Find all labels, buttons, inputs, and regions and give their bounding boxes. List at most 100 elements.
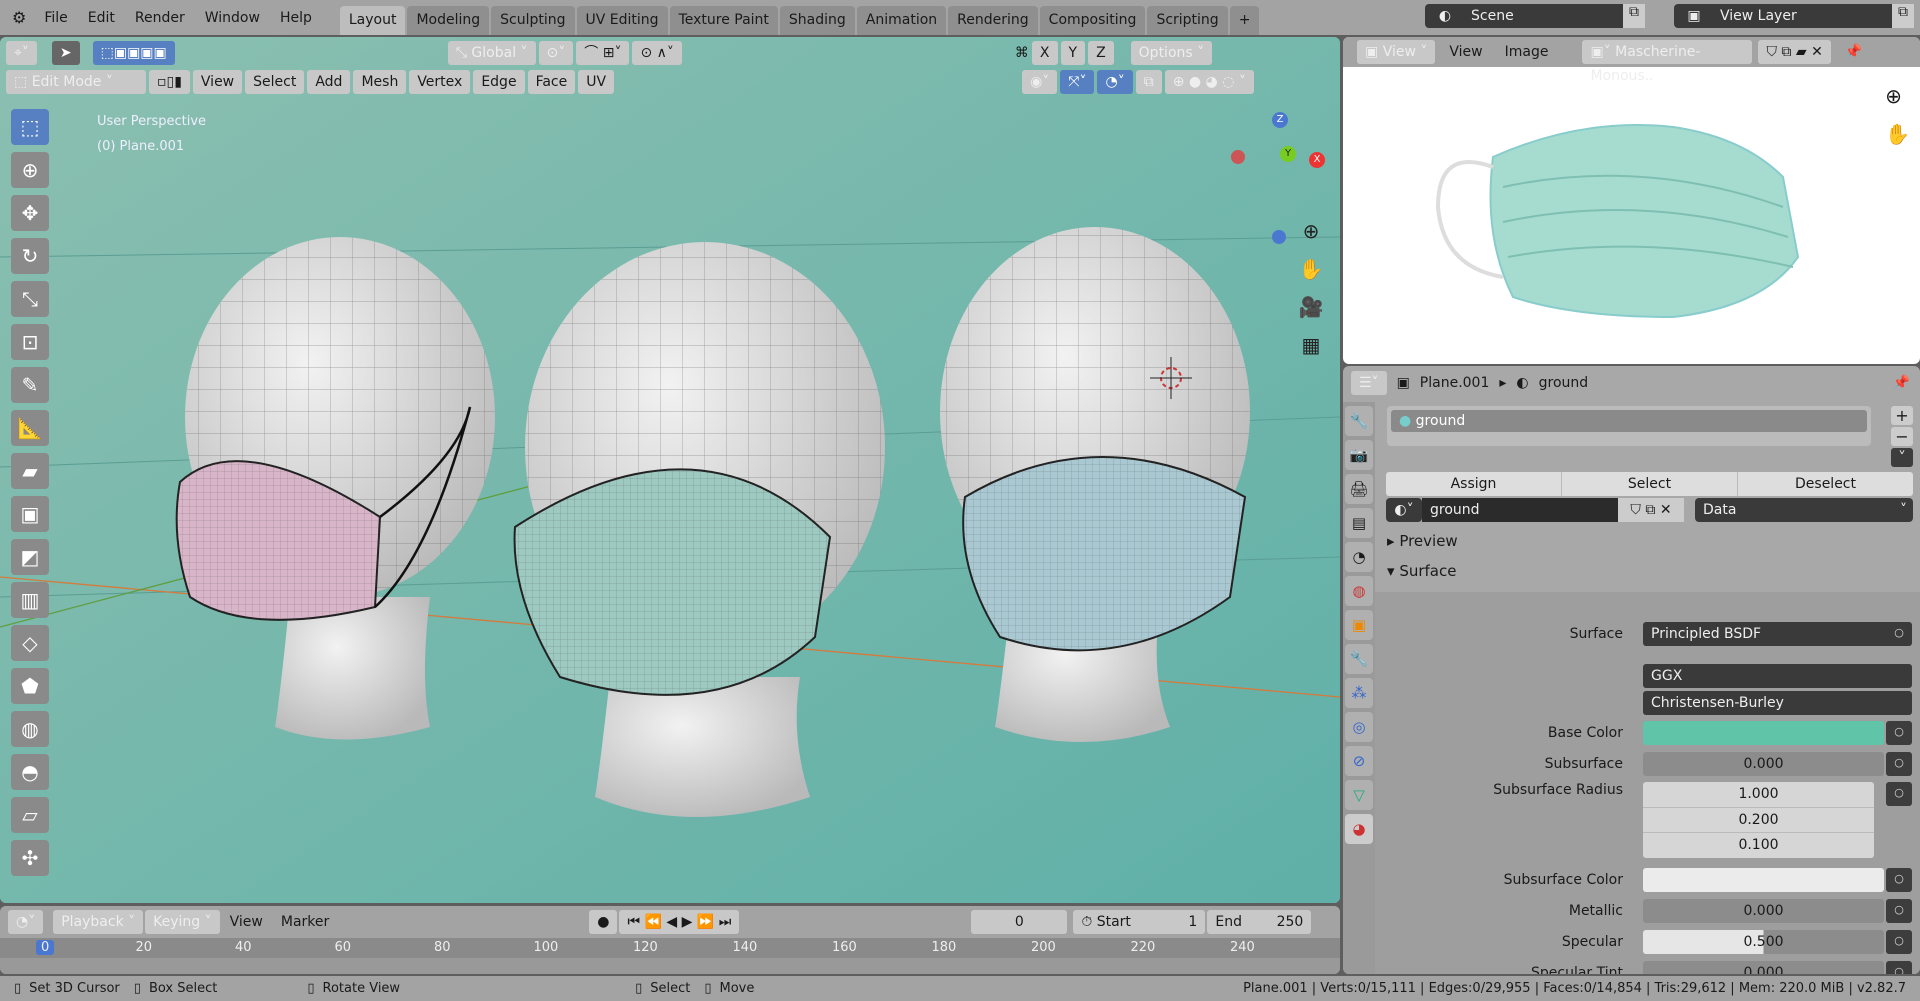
copy-scene-icon[interactable]: ⧉: [1623, 4, 1645, 28]
remove-slot-button[interactable]: −: [1891, 427, 1913, 446]
poly-build-tool[interactable]: ⬟: [11, 668, 49, 704]
pin-icon[interactable]: 📌: [1845, 44, 1862, 60]
viewport-menu-edge[interactable]: Edge: [473, 70, 525, 94]
selection-mode-buttons[interactable]: ⬚▣▣▣▣: [92, 41, 175, 65]
scale-tool[interactable]: ⤡: [11, 281, 49, 317]
edge-slide-tool[interactable]: ▱: [11, 797, 49, 833]
viewport-scene[interactable]: [0, 37, 1340, 903]
image-editor-mode[interactable]: ▣ View ˅: [1357, 40, 1436, 64]
output-tab-icon[interactable]: 🖨: [1345, 474, 1373, 504]
transform-tool[interactable]: ⊡: [11, 324, 49, 360]
transform-orientation-dropdown[interactable]: ⤡ Global ˅: [447, 41, 536, 65]
menu-help[interactable]: Help: [270, 10, 322, 26]
proportional-edit-toggle[interactable]: ⊙ ∧˅: [632, 41, 682, 65]
tab-scripting[interactable]: Scripting: [1147, 6, 1228, 35]
cursor-tool[interactable]: ⊕: [11, 152, 49, 188]
tab-sculpting[interactable]: Sculpting: [491, 6, 575, 35]
mirror-y[interactable]: Y: [1060, 41, 1086, 65]
camera-view-icon[interactable]: 🎥: [1293, 288, 1329, 326]
pan-hand-icon[interactable]: ✋: [1293, 250, 1329, 288]
view-layer-selector[interactable]: ▣ View Layer ⧉: [1674, 4, 1914, 28]
viewport-menu-mesh[interactable]: Mesh: [353, 70, 407, 94]
subsurface-color-swatch[interactable]: [1643, 868, 1884, 892]
viewport-menu-uv[interactable]: UV: [578, 70, 615, 94]
view-layer-tab-icon[interactable]: ▤: [1345, 508, 1373, 538]
tab-modeling[interactable]: Modeling: [407, 6, 490, 35]
scene-tab-icon[interactable]: ◔: [1345, 542, 1373, 572]
viewport-menu-view[interactable]: View: [192, 70, 243, 94]
select-button[interactable]: Select: [1562, 472, 1738, 496]
slot-specials-button[interactable]: ˅: [1891, 448, 1913, 467]
image-selector[interactable]: ▣˅ Mascherine-Monous..: [1582, 40, 1753, 84]
modifier-tab-icon[interactable]: 🔧: [1345, 644, 1373, 674]
material-actions[interactable]: ⛉ ⧉ ✕: [1618, 498, 1684, 522]
shading-modes[interactable]: ⊕ ● ◕ ◌ ˅: [1164, 70, 1254, 94]
timeline-menu-keying[interactable]: Keying ˅: [145, 910, 220, 934]
gizmo-neg-x[interactable]: [1231, 150, 1245, 164]
select-tool-icon[interactable]: ➤: [51, 41, 80, 65]
constraints-tab-icon[interactable]: ⊘: [1345, 746, 1373, 776]
radius-z-field[interactable]: 0.100: [1643, 832, 1874, 858]
gizmo-toggle[interactable]: ⤧˅: [1060, 70, 1095, 94]
properties-editor-type[interactable]: ☰˅: [1351, 371, 1387, 395]
particles-tab-icon[interactable]: ⁂: [1345, 678, 1373, 708]
socket-icon[interactable]: ○: [1886, 930, 1912, 954]
bevel-tool[interactable]: ◩: [11, 539, 49, 575]
snap-toggle[interactable]: ⌒ ⊞˅: [576, 41, 630, 65]
current-frame-field[interactable]: 0: [971, 910, 1068, 934]
menu-file[interactable]: File: [34, 10, 77, 26]
gizmo-y[interactable]: Y: [1280, 146, 1296, 162]
move-tool[interactable]: ✥: [11, 195, 49, 231]
tab-animation[interactable]: Animation: [856, 6, 947, 35]
mirror-x[interactable]: X: [1031, 41, 1058, 65]
assign-button[interactable]: Assign: [1386, 472, 1562, 496]
timeline-menu-playback[interactable]: Playback ˅: [53, 910, 144, 934]
ortho-grid-icon[interactable]: ▦: [1293, 326, 1329, 364]
link-dropdown[interactable]: Data ˅: [1695, 498, 1913, 522]
copy-view-layer-icon[interactable]: ⧉: [1892, 4, 1914, 28]
tool-tab-icon[interactable]: 🔧: [1345, 406, 1373, 436]
mirror-icon[interactable]: ⌘: [1015, 45, 1029, 61]
preview-panel-header[interactable]: ▸ Preview: [1387, 526, 1458, 556]
spin-tool[interactable]: ◍: [11, 711, 49, 747]
socket-icon[interactable]: ○: [1886, 868, 1912, 892]
subsurface-method-dropdown[interactable]: Christensen-Burley: [1643, 691, 1912, 715]
rotate-tool[interactable]: ↻: [11, 238, 49, 274]
browse-material-icon[interactable]: ◐˅: [1386, 498, 1422, 522]
metallic-slider[interactable]: 0.000: [1643, 899, 1884, 923]
radius-y-field[interactable]: 0.200: [1643, 806, 1874, 833]
tab-shading[interactable]: Shading: [779, 6, 855, 35]
mode-dropdown[interactable]: ⬚ Edit Mode ˅: [6, 70, 146, 94]
object-tab-icon[interactable]: ▣: [1345, 610, 1373, 640]
timeline-track-area[interactable]: [0, 958, 1340, 974]
scene-name[interactable]: Scene: [1465, 8, 1623, 24]
specular-tint-slider[interactable]: 0.000: [1643, 961, 1884, 974]
select-mode-vertex-edge-face[interactable]: ▫▯▮: [149, 70, 190, 94]
scene-selector[interactable]: ◐ Scene ⧉: [1425, 4, 1645, 28]
radius-x-field[interactable]: 1.000: [1643, 782, 1874, 807]
render-tab-icon[interactable]: 📷: [1345, 440, 1373, 470]
gizmo-x[interactable]: X: [1309, 152, 1325, 168]
socket-icon[interactable]: ○: [1886, 782, 1912, 806]
frame-ruler[interactable]: 0 20 40 60 80 100 120 140 160 180 200 220 240: [0, 938, 1340, 958]
image-editor[interactable]: ▣ View ˅ View Image ▣˅ Mascherine-Monous…: [1343, 37, 1920, 364]
world-tab-icon[interactable]: ◍: [1345, 576, 1373, 606]
annotate-tool[interactable]: ✎: [11, 367, 49, 403]
smooth-tool[interactable]: ◓: [11, 754, 49, 790]
image-menu-image[interactable]: Image: [1497, 40, 1557, 64]
timeline-editor-type[interactable]: ◔˅: [8, 910, 44, 934]
tab-rendering[interactable]: Rendering: [948, 6, 1038, 35]
viewport-menu-face[interactable]: Face: [527, 70, 576, 94]
options-dropdown[interactable]: Options ˅: [1130, 41, 1213, 65]
material-name-field[interactable]: ground: [1422, 498, 1618, 522]
socket-icon[interactable]: ○: [1886, 622, 1912, 646]
editor-type-button[interactable]: ⌖˅: [6, 41, 37, 65]
blender-logo-icon[interactable]: ⚙: [0, 8, 34, 27]
inset-tool[interactable]: ▣: [11, 496, 49, 532]
gizmo-z[interactable]: Z: [1272, 112, 1288, 128]
tab-uv-editing[interactable]: UV Editing: [576, 6, 668, 35]
end-frame-field[interactable]: End 250: [1207, 910, 1312, 934]
playback-controls[interactable]: ⏮ ⏪ ◀ ▶ ⏩ ⏭: [619, 910, 740, 934]
zoom-icon[interactable]: ⊕: [1293, 212, 1329, 250]
menu-window[interactable]: Window: [195, 10, 270, 26]
